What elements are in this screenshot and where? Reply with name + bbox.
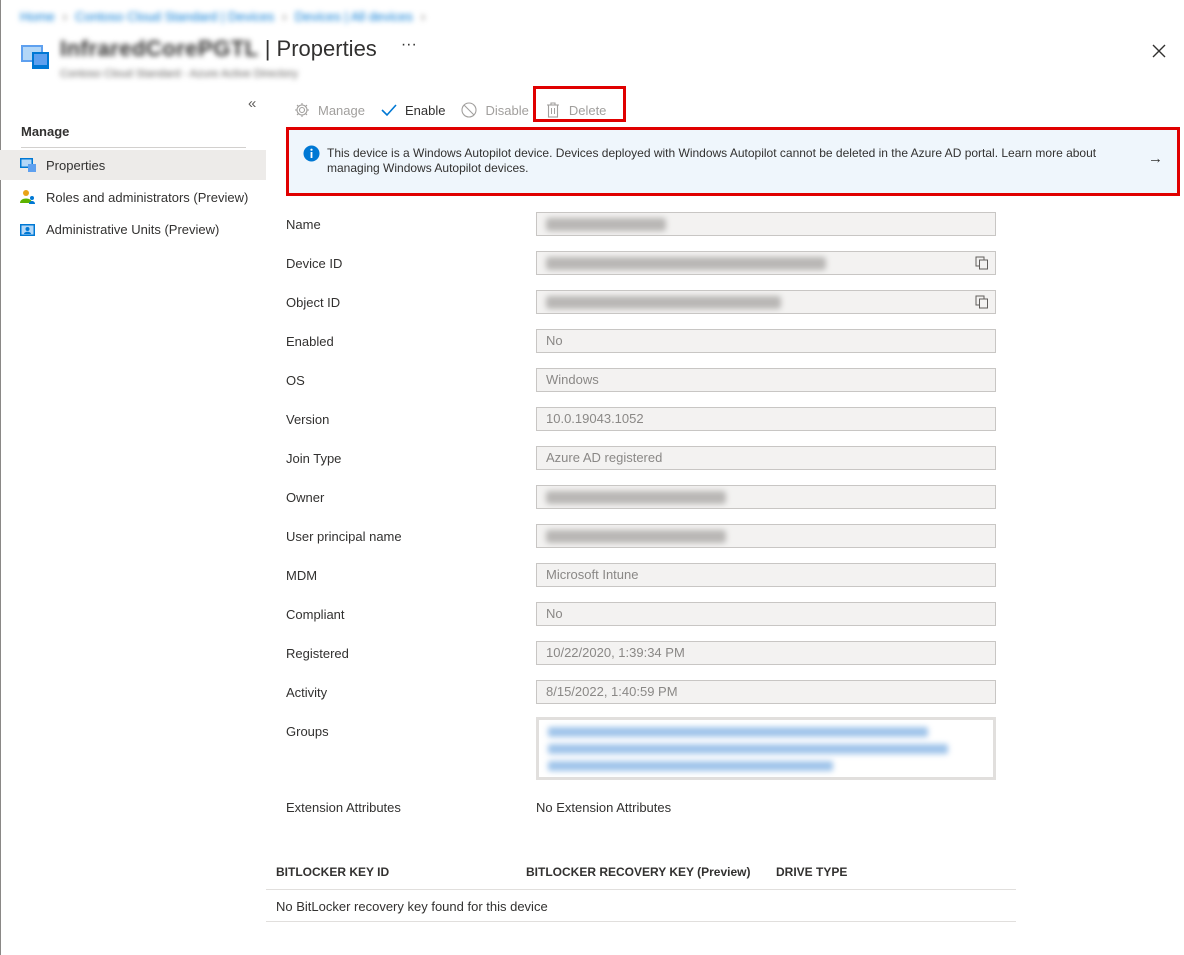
bitlocker-key-id-header: BITLOCKER KEY ID — [276, 865, 390, 879]
breadcrumb-item-home[interactable]: Home — [20, 9, 55, 24]
activity-label: Activity — [286, 685, 328, 700]
sidebar-item-properties[interactable]: Properties — [0, 150, 266, 180]
device-id-field[interactable] — [536, 251, 996, 275]
gear-icon — [293, 101, 311, 119]
bitlocker-recovery-key-header: BITLOCKER RECOVERY KEY (Preview) — [526, 865, 751, 879]
redacted-group-line — [548, 761, 833, 771]
disable-button[interactable]: Disable — [460, 101, 529, 119]
device-name: InfraredCorePGTL — [60, 36, 259, 61]
redacted-value — [546, 491, 726, 505]
copy-icon[interactable] — [975, 256, 989, 270]
sidebar-item-admin-units[interactable]: Administrative Units (Preview) — [0, 214, 266, 244]
redacted-group-line — [548, 727, 928, 737]
nav-section-heading: Manage — [21, 124, 70, 139]
nav-divider — [21, 147, 246, 148]
page-subtitle: Contoso Cloud Standard - Azure Active Di… — [60, 68, 298, 80]
activity-field[interactable]: 8/15/2022, 1:40:59 PM — [536, 680, 996, 704]
device-id-label: Device ID — [286, 256, 343, 271]
page-title: InfraredCorePGTL | Properties ··· — [60, 36, 417, 62]
mdm-label: MDM — [286, 568, 318, 583]
drive-type-header: DRIVE TYPE — [776, 865, 848, 879]
owner-field[interactable] — [536, 485, 996, 509]
sidebar-item-label: Administrative Units (Preview) — [46, 221, 220, 237]
extension-attributes-label: Extension Attributes — [286, 800, 401, 815]
object-id-field[interactable] — [536, 290, 996, 314]
copy-icon[interactable] — [975, 295, 989, 309]
breadcrumb-separator: › — [62, 9, 68, 24]
info-banner-highlight-box — [286, 127, 1180, 196]
breadcrumb-item-devices[interactable]: Devices | All devices — [295, 9, 413, 24]
enable-button[interactable]: Enable — [380, 101, 445, 119]
admin-units-icon — [19, 220, 37, 238]
name-field[interactable] — [536, 212, 996, 236]
redacted-group-line — [548, 744, 948, 754]
groups-field[interactable] — [536, 717, 996, 780]
device-header-icon — [21, 45, 49, 69]
name-label: Name — [286, 217, 321, 232]
block-icon — [460, 101, 478, 119]
object-id-label: Object ID — [286, 295, 341, 310]
redacted-value — [546, 218, 666, 232]
groups-label: Groups — [286, 724, 329, 739]
breadcrumb[interactable]: Home › Contoso Cloud Standard | Devices … — [20, 9, 425, 24]
more-options-button[interactable]: ··· — [401, 36, 417, 54]
table-divider — [266, 889, 1016, 890]
table-divider — [266, 921, 1016, 922]
checkmark-icon — [380, 101, 398, 119]
people-icon — [19, 188, 37, 206]
window-left-border — [0, 0, 1, 955]
os-label: OS — [286, 373, 305, 388]
breadcrumb-item-tenant[interactable]: Contoso Cloud Standard | Devices — [75, 9, 274, 24]
redacted-value — [546, 296, 781, 310]
enabled-label: Enabled — [286, 334, 334, 349]
sidebar-item-roles[interactable]: Roles and administrators (Preview) — [0, 182, 266, 212]
redacted-value — [546, 257, 826, 271]
enabled-field[interactable]: No — [536, 329, 996, 353]
extension-attributes-value: No Extension Attributes — [536, 800, 672, 815]
compliant-field[interactable]: No — [536, 602, 996, 626]
breadcrumb-separator: › — [282, 9, 287, 24]
close-icon[interactable] — [1148, 40, 1170, 62]
join-type-field[interactable]: Azure AD registered — [536, 446, 996, 470]
join-type-label: Join Type — [286, 451, 342, 466]
registered-field[interactable]: 10/22/2020, 1:39:34 PM — [536, 641, 996, 665]
version-label: Version — [286, 412, 330, 427]
sidebar-item-label: Roles and administrators (Preview) — [46, 189, 249, 205]
delete-highlight-box — [533, 86, 626, 122]
version-field[interactable]: 10.0.19043.1052 — [536, 407, 996, 431]
manage-button-label: Manage — [318, 102, 365, 118]
mdm-field[interactable]: Microsoft Intune — [536, 563, 996, 587]
upn-field[interactable] — [536, 524, 996, 548]
os-field[interactable]: Windows — [536, 368, 996, 392]
collapse-sidebar-button[interactable]: « — [248, 95, 256, 112]
disable-button-label: Disable — [485, 102, 529, 118]
page-title-suffix: | Properties — [264, 36, 377, 61]
bitlocker-empty-message: No BitLocker recovery key found for this… — [276, 899, 548, 914]
compliant-label: Compliant — [286, 607, 345, 622]
owner-label: Owner — [286, 490, 325, 505]
device-icon — [19, 156, 37, 174]
breadcrumb-separator: › — [420, 9, 426, 24]
redacted-value — [546, 530, 726, 544]
sidebar-item-label: Properties — [46, 157, 106, 173]
registered-label: Registered — [286, 646, 349, 661]
upn-label: User principal name — [286, 529, 402, 544]
manage-button[interactable]: Manage — [293, 101, 365, 119]
enable-button-label: Enable — [404, 102, 446, 118]
